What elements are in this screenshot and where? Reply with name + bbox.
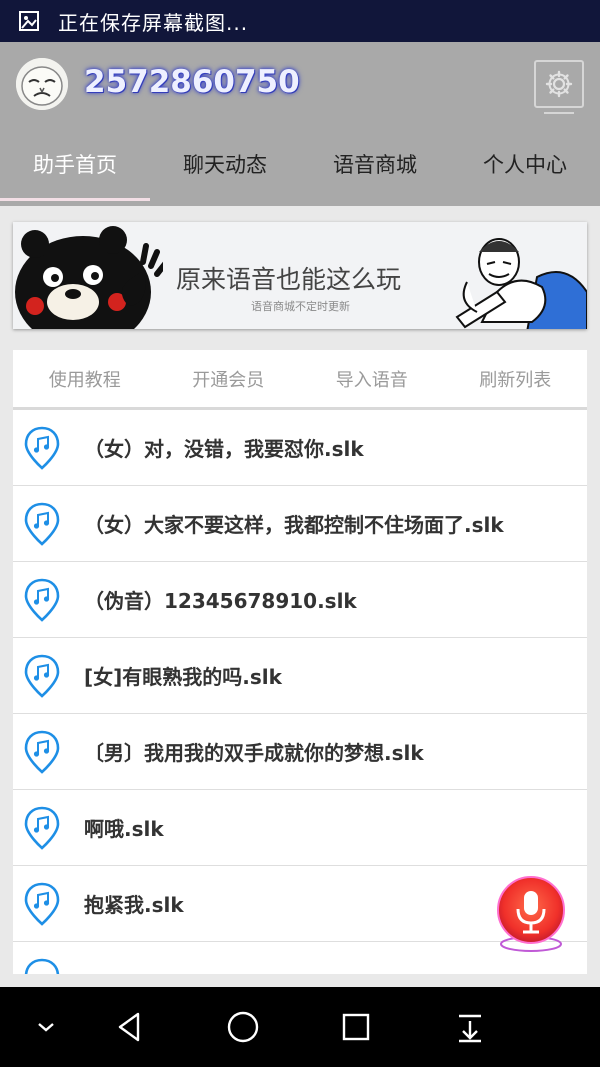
promo-banner[interactable]: 原来语音也能这么玩 语音商城不定时更新 <box>13 222 587 329</box>
refresh-list-button[interactable]: 刷新列表 <box>444 366 588 392</box>
screenshot-icon <box>19 11 39 31</box>
voice-item[interactable]: （女）对，没错，我要怼你.slk <box>13 410 587 486</box>
voice-item-name: 啊哦.slk <box>84 817 164 841</box>
bear-mascot-icon <box>15 226 163 329</box>
voice-item[interactable]: （伪音）12345678910.slk <box>13 562 587 638</box>
app-header: 2572860750 助手首页 聊天动态 语音商城 个人中心 <box>0 42 600 206</box>
status-bar: 正在保存屏幕截图... <box>0 0 600 42</box>
collapse-icon[interactable] <box>26 1007 66 1047</box>
tutorial-button[interactable]: 使用教程 <box>13 366 157 392</box>
music-pin-icon <box>24 882 60 926</box>
tab-chat-feed[interactable]: 聊天动态 <box>150 137 300 203</box>
banner-subtitle: 语音商城不定时更新 <box>251 300 350 313</box>
notification-pull-icon[interactable] <box>450 1007 490 1047</box>
tab-assistant-home[interactable]: 助手首页 <box>0 137 150 203</box>
user-id: 2572860750 <box>84 64 300 100</box>
import-voice-button[interactable]: 导入语音 <box>300 366 444 392</box>
voice-item-name: [女]有眼熟我的吗.slk <box>84 665 282 689</box>
meme-figure-icon <box>455 238 587 329</box>
recents-icon[interactable] <box>336 1007 376 1047</box>
voice-item-name: （伪音）12345678910.slk <box>84 589 357 613</box>
voice-item-name: 抱紧我.slk <box>84 893 184 917</box>
main-tabs: 助手首页 聊天动态 语音商城 个人中心 <box>0 137 600 203</box>
voice-item[interactable]: 〔男〕我用我的双手成就你的梦想.slk <box>13 714 587 790</box>
voice-item[interactable]: [女]有眼熟我的吗.slk <box>13 638 587 714</box>
action-bar: 使用教程 开通会员 导入语音 刷新列表 <box>13 350 587 410</box>
gear-icon <box>545 70 573 98</box>
tab-voice-store[interactable]: 语音商城 <box>300 137 450 203</box>
settings-button[interactable] <box>534 60 584 114</box>
tab-profile[interactable]: 个人中心 <box>450 137 600 203</box>
banner-title: 原来语音也能这么玩 <box>176 265 402 294</box>
music-pin-icon <box>24 654 60 698</box>
music-pin-icon <box>24 730 60 774</box>
voice-item[interactable]: （女）大家不要这样，我都控制不住场面了.slk <box>13 486 587 562</box>
back-icon[interactable] <box>110 1007 150 1047</box>
membership-button[interactable]: 开通会员 <box>157 366 301 392</box>
music-pin-icon <box>24 502 60 546</box>
voice-item-name: （女）大家不要这样，我都控制不住场面了.slk <box>84 513 504 537</box>
music-pin-icon <box>24 806 60 850</box>
record-voice-button[interactable] <box>495 874 567 954</box>
voice-item-name: （女）对，没错，我要怼你.slk <box>84 437 364 461</box>
avatar-face-icon <box>16 58 68 110</box>
avatar[interactable] <box>16 58 68 110</box>
microphone-icon <box>497 876 565 952</box>
voice-item-name: 〔男〕我用我的双手成就你的梦想.slk <box>84 741 424 765</box>
home-icon[interactable] <box>223 1007 263 1047</box>
music-pin-icon <box>24 958 60 974</box>
status-text: 正在保存屏幕截图... <box>58 10 249 35</box>
voice-item[interactable]: 啊哦.slk <box>13 790 587 866</box>
music-pin-icon <box>24 426 60 470</box>
system-navigation-bar <box>0 987 600 1067</box>
music-pin-icon <box>24 578 60 622</box>
